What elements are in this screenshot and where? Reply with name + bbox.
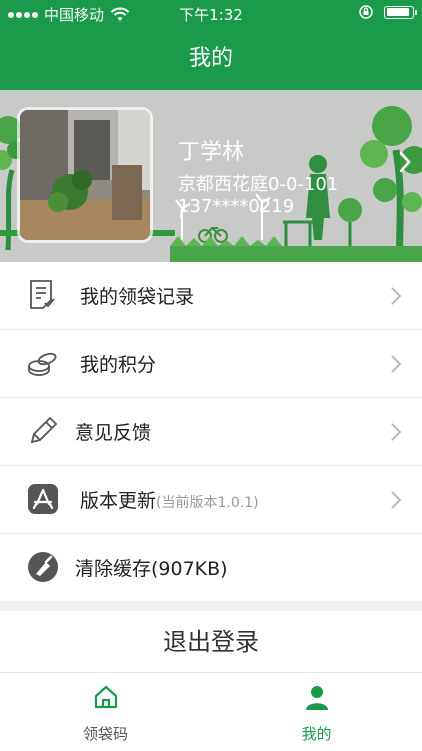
profile-card[interactable]: 丁学林 京都西花庭0-0-101 137****0219 xyxy=(0,90,422,262)
menu-item-feedback[interactable]: 意见反馈 xyxy=(0,398,422,466)
chevron-right-icon xyxy=(391,355,402,373)
avatar-photo xyxy=(20,110,150,240)
user-name: 丁学林 xyxy=(178,140,245,165)
current-version-note: (当前版本1.0.1) xyxy=(156,495,259,511)
page-title: 我的 xyxy=(188,46,233,71)
tab-label: 我的 xyxy=(301,725,332,743)
menu-item-clear-cache[interactable]: 清除缓存(907KB) xyxy=(0,534,422,601)
chevron-right-icon xyxy=(391,423,402,441)
broom-icon xyxy=(28,552,58,582)
menu-item-label: 版本更新(当前版本1.0.1) xyxy=(80,486,259,513)
coins-icon xyxy=(28,352,57,376)
app-store-icon xyxy=(28,484,58,514)
home-icon xyxy=(94,685,118,709)
avatar[interactable] xyxy=(20,110,150,240)
nav-bar: 我的 xyxy=(0,28,422,90)
menu-item-label: 意见反馈 xyxy=(75,422,152,444)
menu-item-label: 我的领袋记录 xyxy=(80,286,195,308)
tab-mine[interactable]: 我的 xyxy=(211,673,422,751)
pencil-icon xyxy=(30,416,58,444)
user-address: 京都西花庭0-0-101 xyxy=(178,174,339,195)
tab-bar: 领袋码 我的 xyxy=(0,672,422,751)
chevron-right-icon xyxy=(391,287,402,305)
menu-item-points[interactable]: 我的积分 xyxy=(0,330,422,398)
menu-item-label: 我的积分 xyxy=(80,354,157,376)
logout-button[interactable]: 退出登录 xyxy=(0,611,422,673)
menu-item-version-update[interactable]: 版本更新(当前版本1.0.1) xyxy=(0,466,422,534)
menu-item-label: 清除缓存(907KB) xyxy=(75,558,228,580)
version-update-label: 版本更新 xyxy=(80,490,157,512)
tab-label: 领袋码 xyxy=(82,725,128,743)
user-icon xyxy=(306,686,328,710)
menu-item-bag-records[interactable]: 我的领袋记录 xyxy=(0,262,422,330)
status-bar: 中国移动 下午1:32 xyxy=(0,0,422,28)
user-phone: 137****0219 xyxy=(178,196,295,217)
rotation-lock-icon xyxy=(359,5,373,19)
menu-list: 我的领袋记录 我的积分 意见反馈 版本更新(当前版本1.0.1) 清除缓存(90… xyxy=(0,262,422,601)
document-check-icon xyxy=(30,280,55,309)
chevron-right-icon xyxy=(391,491,402,509)
status-right xyxy=(358,4,417,20)
chevron-right-icon[interactable] xyxy=(398,150,412,174)
tab-bag-code[interactable]: 领袋码 xyxy=(0,673,211,751)
battery-icon xyxy=(384,5,417,19)
